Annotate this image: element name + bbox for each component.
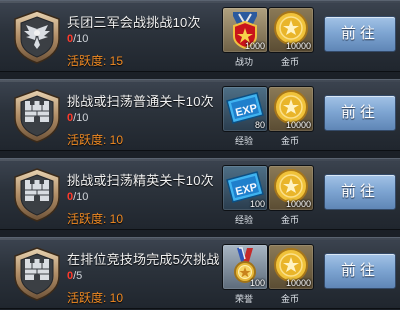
- wall-badge-icon: [12, 167, 62, 223]
- progress-total: /5: [73, 270, 83, 282]
- reward-label: 经验: [234, 136, 253, 146]
- reward-gold[interactable]: 10000: [268, 7, 314, 53]
- reward-qty: 10000: [285, 120, 311, 130]
- progress-total: /10: [73, 33, 89, 45]
- reward-label: 金币: [280, 294, 299, 304]
- task-progress: 0/5: [67, 270, 82, 282]
- reward-qty: 10000: [285, 199, 311, 209]
- task-row: 在排位竞技场完成5次挑战 0/5 活跃度: 10 100 荣誉 10000 金币: [0, 237, 400, 309]
- task-progress: 0/10: [67, 112, 88, 124]
- reward-gold[interactable]: 10000: [268, 244, 314, 290]
- reward-label: 战功: [234, 57, 253, 67]
- reward-qty: 100: [249, 199, 265, 209]
- go-button[interactable]: 前往: [324, 16, 396, 52]
- reward-gold[interactable]: 10000: [268, 86, 314, 132]
- reward-qty: 1000: [244, 41, 265, 51]
- reward-qty: 80: [254, 120, 265, 130]
- wings-badge-icon: [12, 9, 62, 65]
- reward-exp[interactable]: EXP 80: [222, 86, 268, 132]
- progress-total: /10: [73, 112, 89, 124]
- reward-label: 金币: [280, 215, 299, 225]
- activity-points: 活跃度: 10: [67, 212, 124, 226]
- reward-exp[interactable]: EXP 100: [222, 165, 268, 211]
- activity-points: 活跃度: 10: [67, 133, 124, 147]
- reward-honor[interactable]: 100: [222, 244, 268, 290]
- task-row: 兵团三军会战挑战10次 0/10 活跃度: 15 1000 战功 10000 金…: [0, 0, 400, 72]
- reward-medal[interactable]: 1000: [222, 7, 268, 53]
- task-progress: 0/10: [67, 191, 88, 203]
- reward-qty: 100: [249, 278, 265, 288]
- task-progress: 0/10: [67, 33, 88, 45]
- reward-gold[interactable]: 10000: [268, 165, 314, 211]
- wall-badge-icon: [12, 88, 62, 144]
- reward-qty: 10000: [285, 41, 311, 51]
- go-button[interactable]: 前往: [324, 95, 396, 131]
- task-title: 在排位竞技场完成5次挑战: [67, 252, 220, 267]
- reward-qty: 10000: [285, 278, 311, 288]
- task-title: 挑战或扫荡普通关卡10次: [67, 94, 214, 109]
- wall-badge-icon: [12, 246, 62, 302]
- task-row: 挑战或扫荡精英关卡10次 0/10 活跃度: 10 EXP 100 经验 100…: [0, 158, 400, 230]
- reward-label: 金币: [280, 136, 299, 146]
- reward-label: 荣誉: [234, 294, 253, 304]
- reward-label: 金币: [280, 57, 299, 67]
- daily-task-list: 兵团三军会战挑战10次 0/10 活跃度: 15 1000 战功 10000 金…: [0, 0, 400, 310]
- progress-total: /10: [73, 191, 89, 203]
- task-title: 兵团三军会战挑战10次: [67, 15, 201, 30]
- go-button[interactable]: 前往: [324, 174, 396, 210]
- task-title: 挑战或扫荡精英关卡10次: [67, 173, 214, 188]
- activity-points: 活跃度: 15: [67, 54, 124, 68]
- reward-label: 经验: [234, 215, 253, 225]
- activity-points: 活跃度: 10: [67, 291, 124, 305]
- go-button[interactable]: 前往: [324, 253, 396, 289]
- task-row: 挑战或扫荡普通关卡10次 0/10 活跃度: 10 EXP 80 经验 1000…: [0, 79, 400, 151]
